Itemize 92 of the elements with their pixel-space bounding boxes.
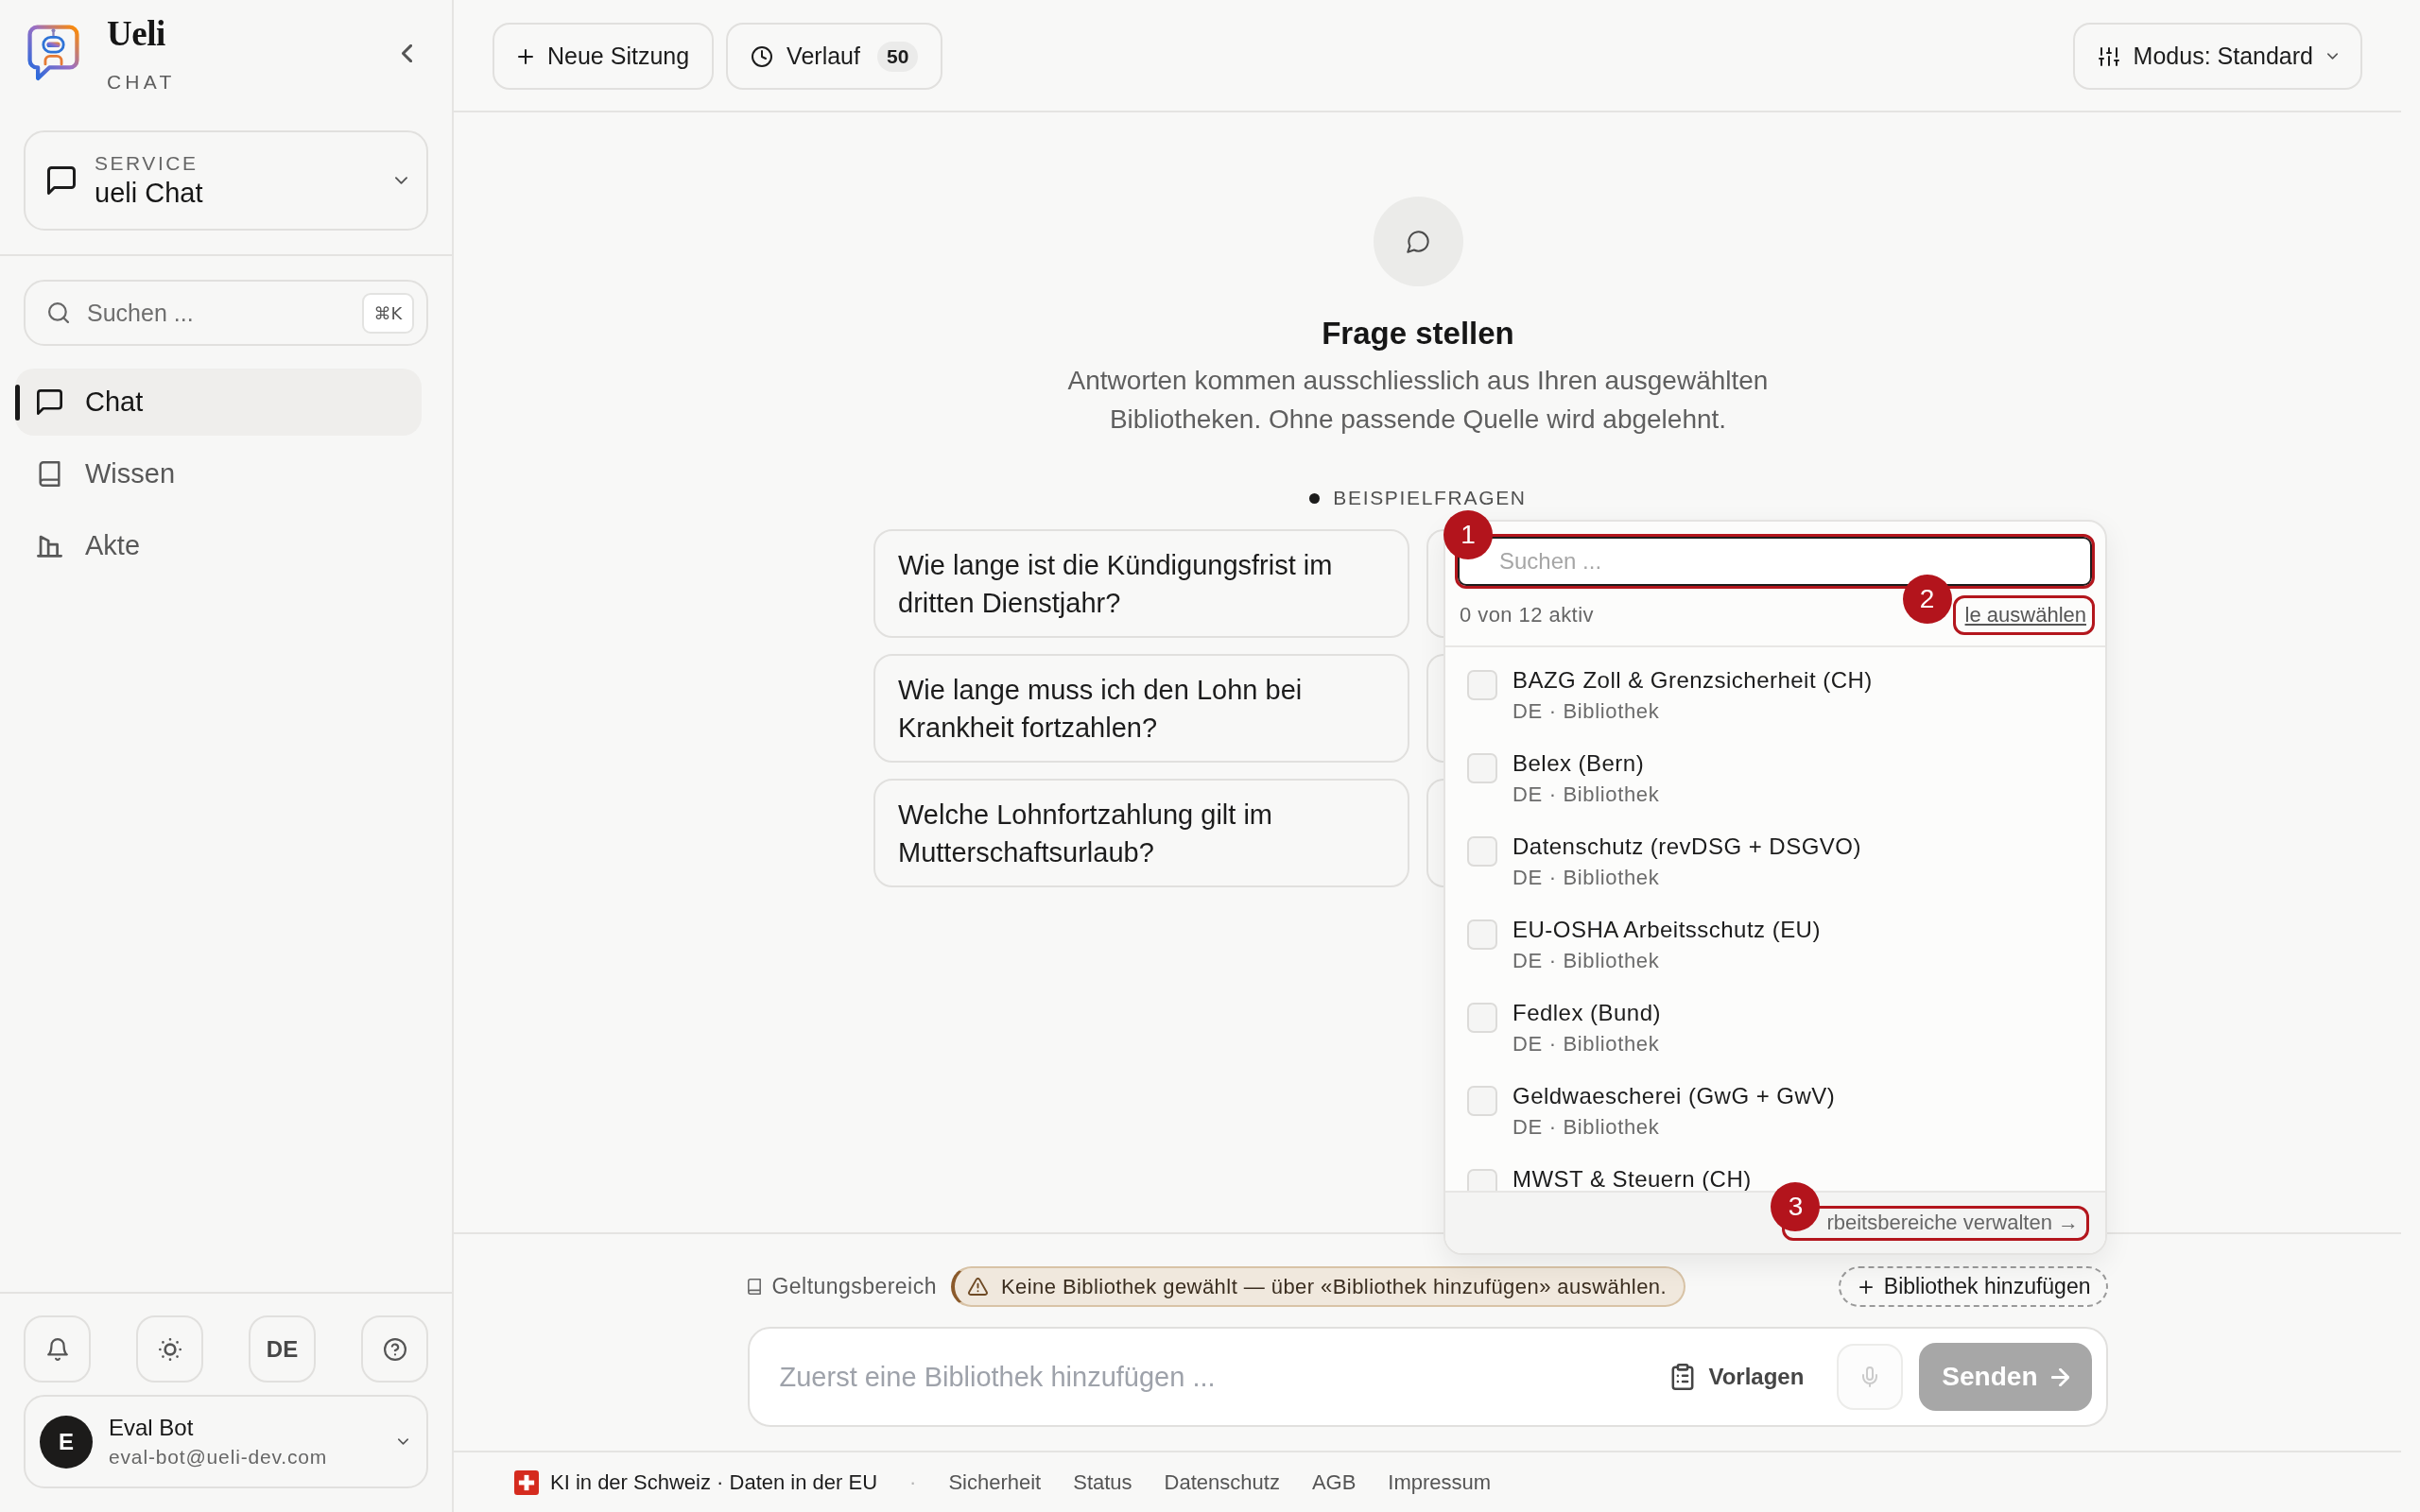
search-input[interactable]: Suchen ... [1499,548,2079,575]
warning-text: Keine Bibliothek gewählt — über «Bibliothek hinzufügen» auswählen. [1000,1274,1668,1299]
nav-item[interactable]: Chat [15,369,422,436]
plus-icon [518,48,533,64]
checkbox[interactable] [1467,1086,1497,1116]
checkbox[interactable] [1467,1169,1497,1191]
question-card[interactable]: Wie lange muss ich den Lohn bei Krankheit fortzahlen? [873,654,1409,763]
search-field[interactable]: Suchen ... ⌘K [24,280,428,346]
clock-icon [752,45,773,67]
checkbox[interactable] [1467,753,1497,783]
footer-link[interactable]: AGB [1311,1469,1357,1495]
language-button[interactable]: DE [249,1315,316,1383]
account-menu[interactable]: E Eval Bot eval-bot@ueli-dev.com [24,1395,428,1488]
bullet-dot-icon [1309,492,1321,504]
checkbox[interactable] [1467,1003,1497,1033]
chat-bubble-icon [37,389,62,415]
book-icon [747,1279,761,1295]
library-meta: DE · Bibliothek [1512,782,1660,808]
user-name: Eval Bot [109,1413,195,1442]
checkbox[interactable] [1467,836,1497,867]
chevron-down-icon [2327,53,2338,60]
notifications-button[interactable] [24,1315,91,1383]
chevron-down-icon [395,177,407,184]
library-meta: DE · Bibliothek [1512,698,1661,725]
arrow-right-icon [2050,1367,2069,1386]
select-all-link[interactable]: le auswählen [1952,595,2095,635]
help-button[interactable] [361,1315,428,1383]
chevron-down-icon [398,1438,408,1445]
footer-link[interactable]: Impressum [1388,1469,1492,1495]
plus-icon [1858,1280,1873,1294]
library-name: Datenschutz (revDSG + DSGVO) [1512,834,1861,858]
chevron-left-icon [402,44,412,62]
count-badge: 50 [876,41,919,72]
sun-icon [158,1337,182,1361]
library-name: Belex (Bern) [1512,751,1646,775]
hero-description: Antworten kommen ausschliesslich aus Ihren ausgewählten Bibliotheken. Ohne passende Quelle wird abgelehnt. [1066,365,1770,436]
message-field[interactable]: Zuerst eine Bibliothek hinzufügen ... [779,1356,1672,1398]
microphone-icon [1862,1366,1878,1387]
step-marker: 1 [1443,510,1493,559]
library-meta: DE · Bibliothek [1512,1031,1661,1057]
service-label: SERVICE [95,151,199,176]
collapse-sidebar-button[interactable] [402,44,412,62]
scope-label: Geltungsbereich [771,1274,937,1299]
step-marker: 2 [1902,575,1952,624]
building-icon [37,533,62,558]
flag-icon [514,1469,539,1495]
chat-bubble-icon [47,166,76,195]
step-marker: 3 [1771,1181,1821,1231]
bell-icon [45,1337,69,1361]
add-library-button[interactable]: Bibliothek hinzufügen [1838,1266,2108,1307]
nav-item[interactable]: Wissen [15,440,422,507]
clipboard-icon [1671,1364,1695,1390]
library-meta: DE · Bibliothek [1512,1114,1661,1141]
footer-note: KI in der Schweiz · Daten in der EU [550,1469,878,1495]
question-card[interactable]: Welche Lohnfortzahlung gilt im Mutterschaftsurlaub? [873,779,1409,887]
library-meta: DE · Bibliothek [1512,865,1661,891]
help-icon [383,1337,406,1361]
brand-tagline: CHAT [107,70,176,94]
active-count: 0 von 12 aktiv [1460,603,1594,627]
checkbox[interactable] [1467,919,1497,950]
shortcut-key: ⌘K [362,292,414,334]
user-email: eval-bot@ueli-dev.com [109,1444,328,1469]
templates-button[interactable]: Vorlagen [1671,1364,1805,1390]
chat-bubble-icon [1373,197,1463,286]
hero-title: Frage stellen [1322,315,1514,352]
library-meta: DE · Bibliothek [1512,948,1661,974]
search-icon [48,302,69,323]
library-name: BAZG Zoll & Grenzsicherheit (CH) [1512,668,1873,692]
book-icon [37,461,62,487]
footer-separator: · [909,1469,917,1495]
warning-icon [967,1278,988,1296]
user-avatar: E [40,1415,93,1469]
nav-item[interactable]: Akte [15,512,422,579]
robot-chat-bubble-icon [26,24,80,83]
sliders-icon [2098,46,2119,66]
section-label: BEISPIELFRAGEN [1333,487,1527,509]
library-name: Fedlex (Bund) [1512,1001,1661,1024]
brand-name: Ueli [107,15,166,53]
history-button[interactable]: Verlauf 50 [726,23,943,90]
mode-selector[interactable]: Modus: Standard [2072,23,2362,90]
library-name: Geldwaescherei (GwG + GwV) [1512,1084,1836,1108]
service-name: ueli Chat [95,177,203,210]
footer-link[interactable]: Status [1073,1469,1132,1495]
library-name: EU-OSHA Arbeitsschutz (EU) [1512,918,1821,941]
checkbox[interactable] [1467,670,1497,700]
question-card[interactable]: Wie lange ist die Kündigungsfrist im dritten Dienstjahr? [873,529,1409,638]
new-session-button[interactable]: Neue Sitzung [493,23,715,90]
footer-link[interactable]: Datenschutz [1164,1469,1280,1495]
service-selector[interactable]: SERVICE ueli Chat [24,130,428,231]
search-input[interactable]: Suchen ... [87,299,362,327]
theme-button[interactable] [136,1315,203,1383]
footer-link[interactable]: Sicherheit [948,1469,1042,1495]
